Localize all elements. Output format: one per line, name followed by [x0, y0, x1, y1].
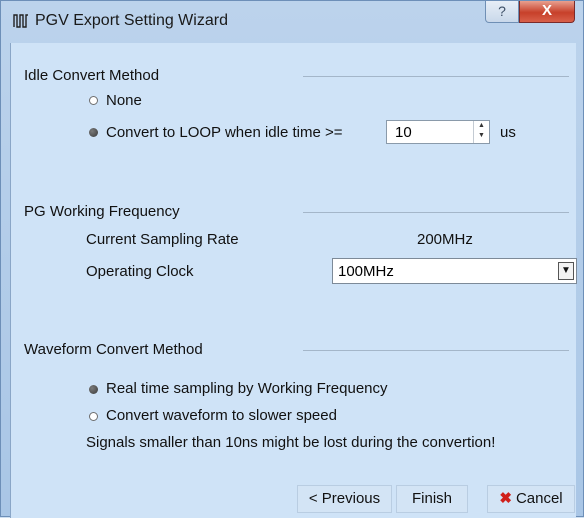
previous-button[interactable]: < Previous [297, 485, 392, 513]
close-button[interactable]: X [519, 1, 575, 23]
sampling-rate-value: 200MHz [417, 231, 473, 248]
section-divider [303, 350, 569, 351]
warning-text: Signals smaller than 10ns might be lost … [86, 434, 496, 451]
section-divider [303, 76, 569, 77]
idle-time-unit: us [500, 124, 516, 141]
radio-slower-speed[interactable] [89, 412, 98, 421]
wizard-content: Idle Convert Method None Convert to LOOP… [10, 43, 577, 518]
finish-button[interactable]: Finish [396, 485, 468, 513]
idle-time-value[interactable]: 10 [395, 124, 412, 141]
radio-convert-loop[interactable] [89, 128, 98, 137]
section-divider [303, 212, 569, 213]
chevron-down-icon[interactable]: ▼ [558, 262, 574, 280]
radio-real-time-sampling[interactable] [89, 385, 98, 394]
operating-clock-label: Operating Clock [86, 263, 194, 280]
radio-slower-speed-label[interactable]: Convert waveform to slower speed [106, 407, 337, 424]
pg-working-frequency-heading: PG Working Frequency [24, 203, 180, 220]
wizard-window: PGV Export Setting Wizard ? X Idle Conve… [0, 0, 584, 518]
cancel-button[interactable]: ✖ Cancel [487, 485, 575, 513]
title-bar: PGV Export Setting Wizard ? X [1, 1, 583, 41]
stepper-up-icon[interactable]: ▲ [474, 121, 489, 131]
stepper-arrows[interactable]: ▲ ▼ [473, 121, 489, 143]
idle-time-stepper[interactable]: 10 ▲ ▼ [386, 120, 490, 144]
radio-convert-loop-label[interactable]: Convert to LOOP when idle time >= [106, 124, 343, 141]
radio-none-label[interactable]: None [106, 92, 142, 109]
waveform-convert-method-heading: Waveform Convert Method [24, 341, 203, 358]
idle-convert-method-heading: Idle Convert Method [24, 67, 160, 84]
cancel-button-label: Cancel [515, 490, 563, 507]
radio-none[interactable] [89, 96, 98, 105]
stepper-down-icon[interactable]: ▼ [474, 131, 489, 141]
red-x-icon: ✖ [499, 490, 512, 507]
help-button[interactable]: ? [485, 1, 519, 23]
operating-clock-select[interactable]: 100MHz ▼ [332, 258, 577, 284]
window-title: PGV Export Setting Wizard [35, 12, 228, 29]
pulse-waveform-icon [13, 13, 29, 29]
radio-real-time-sampling-label[interactable]: Real time sampling by Working Frequency [106, 380, 388, 397]
sampling-rate-label: Current Sampling Rate [86, 231, 239, 248]
operating-clock-value[interactable]: 100MHz [338, 263, 394, 280]
